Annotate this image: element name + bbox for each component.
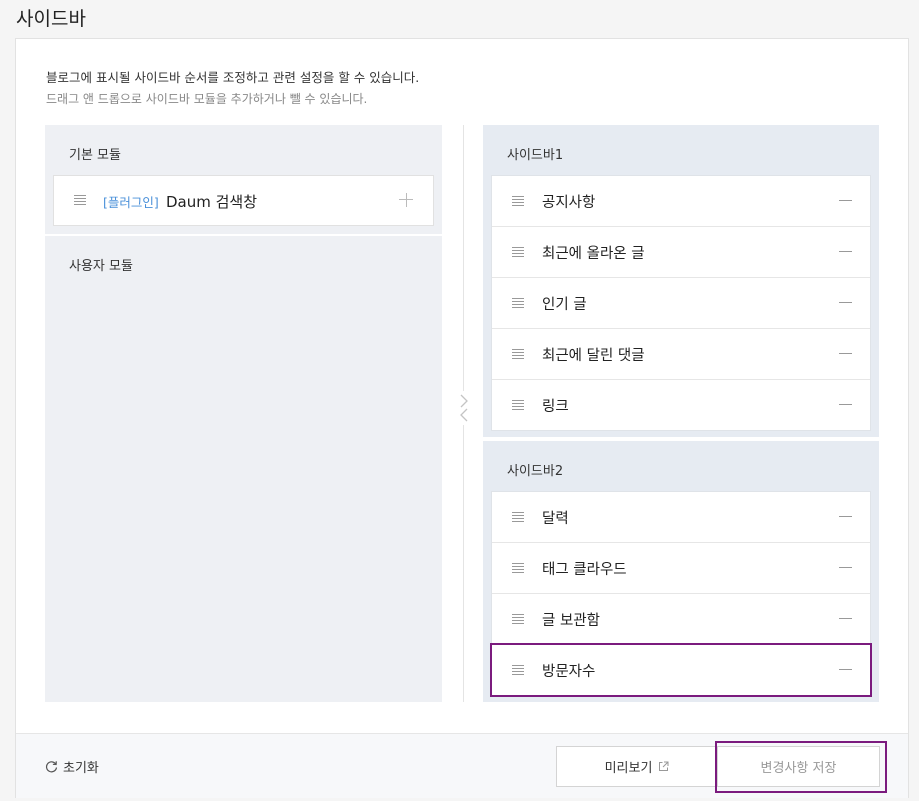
sidebar-item[interactable]: 인기 글 xyxy=(492,278,870,329)
drag-handle-icon[interactable] xyxy=(512,298,524,308)
sidebar-item-label: 공지사항 xyxy=(542,195,596,211)
transfer-arrows xyxy=(456,391,472,425)
minus-icon[interactable] xyxy=(839,251,852,252)
save-changes-button[interactable]: 변경사항 저장 xyxy=(718,746,880,787)
basic-module-title: 기본 모듈 xyxy=(69,148,121,163)
sidebar-2-title: 사이드바2 xyxy=(507,464,564,479)
plugin-tag: [플러그인] xyxy=(103,195,159,210)
sidebar-1: 사이드바1 공지사항 최근에 올라온 글 인기 글 최근에 달린 댓글 링크 xyxy=(483,125,879,437)
preview-button[interactable]: 미리보기 xyxy=(556,746,718,787)
drag-handle-icon[interactable] xyxy=(512,196,524,206)
plus-icon[interactable] xyxy=(399,193,413,207)
sidebar-item-label: 인기 글 xyxy=(542,297,587,313)
drag-handle-icon[interactable] xyxy=(512,563,524,573)
sidebar-item[interactable]: 최근에 달린 댓글 xyxy=(492,329,870,380)
minus-icon[interactable] xyxy=(839,669,852,670)
sidebar-item-label: 최근에 달린 댓글 xyxy=(542,348,645,364)
sidebar-item[interactable]: 글 보관함 xyxy=(492,594,870,645)
basic-module-area: 기본 모듈 [플러그인] Daum 검색창 xyxy=(45,125,442,234)
drag-handle-icon[interactable] xyxy=(512,247,524,257)
sidebar-item[interactable]: 태그 클라우드 xyxy=(492,543,870,594)
drag-handle-icon[interactable] xyxy=(512,614,524,624)
user-module-area: 사용자 모듈 xyxy=(45,236,442,702)
sidebar-1-list: 공지사항 최근에 올라온 글 인기 글 최근에 달린 댓글 링크 xyxy=(491,175,871,431)
sidebar-item-label: 최근에 올라온 글 xyxy=(542,246,645,262)
user-module-title: 사용자 모듈 xyxy=(69,259,133,274)
sidebar-item-label: 링크 xyxy=(542,399,569,415)
minus-icon[interactable] xyxy=(839,404,852,405)
drag-handle-icon[interactable] xyxy=(512,665,524,675)
sidebar-2: 사이드바2 달력 태그 클라우드 글 보관함 방문자수 xyxy=(483,441,879,702)
sidebar-item[interactable]: 달력 xyxy=(492,492,870,543)
footer-bar: 초기화 미리보기 변경사항 저장 xyxy=(16,733,908,798)
sidebar-item-label: 달력 xyxy=(542,511,569,527)
module-column: 기본 모듈 [플러그인] Daum 검색창 사용자 모듈 xyxy=(45,125,442,702)
sidebar-1-title: 사이드바1 xyxy=(507,148,564,163)
sidebar-item-label: 태그 클라우드 xyxy=(542,562,627,578)
page-title: 사이드바 xyxy=(16,8,86,30)
module-item-label: Daum 검색창 xyxy=(166,193,258,211)
sidebar-item[interactable]: 공지사항 xyxy=(492,176,870,227)
drag-handle-icon[interactable] xyxy=(74,195,86,205)
sidebar-item-label: 방문자수 xyxy=(542,664,596,680)
description-line-1: 블로그에 표시될 사이드바 순서를 조정하고 관련 설정을 할 수 있습니다. xyxy=(46,70,420,85)
sidebar-settings-card: 블로그에 표시될 사이드바 순서를 조정하고 관련 설정을 할 수 있습니다. … xyxy=(15,38,909,798)
sidebar-item[interactable]: 최근에 올라온 글 xyxy=(492,227,870,278)
minus-icon[interactable] xyxy=(839,200,852,201)
minus-icon[interactable] xyxy=(839,516,852,517)
refresh-icon xyxy=(45,761,58,773)
sidebar-item-visitor-count[interactable]: 방문자수 xyxy=(490,643,872,697)
sidebar-2-list: 달력 태그 클라우드 글 보관함 방문자수 xyxy=(490,491,872,697)
minus-icon[interactable] xyxy=(839,618,852,619)
description-line-2: 드래그 앤 드롭으로 사이드바 모듈을 추가하거나 뺄 수 있습니다. xyxy=(46,92,368,106)
save-label: 변경사항 저장 xyxy=(760,761,837,776)
reset-button[interactable]: 초기화 xyxy=(45,757,99,776)
drag-handle-icon[interactable] xyxy=(512,512,524,522)
drag-handle-icon[interactable] xyxy=(512,400,524,410)
preview-label: 미리보기 xyxy=(604,761,653,776)
minus-icon[interactable] xyxy=(839,353,852,354)
minus-icon[interactable] xyxy=(839,302,852,303)
reset-label: 초기화 xyxy=(63,761,99,776)
module-item-daum-search[interactable]: [플러그인] Daum 검색창 xyxy=(53,175,434,226)
external-link-icon xyxy=(659,761,669,771)
chevron-left-right-icon xyxy=(460,394,468,422)
minus-icon[interactable] xyxy=(839,567,852,568)
sidebar-item[interactable]: 링크 xyxy=(492,380,870,430)
sidebar-item-label: 글 보관함 xyxy=(542,613,600,629)
drag-handle-icon[interactable] xyxy=(512,349,524,359)
